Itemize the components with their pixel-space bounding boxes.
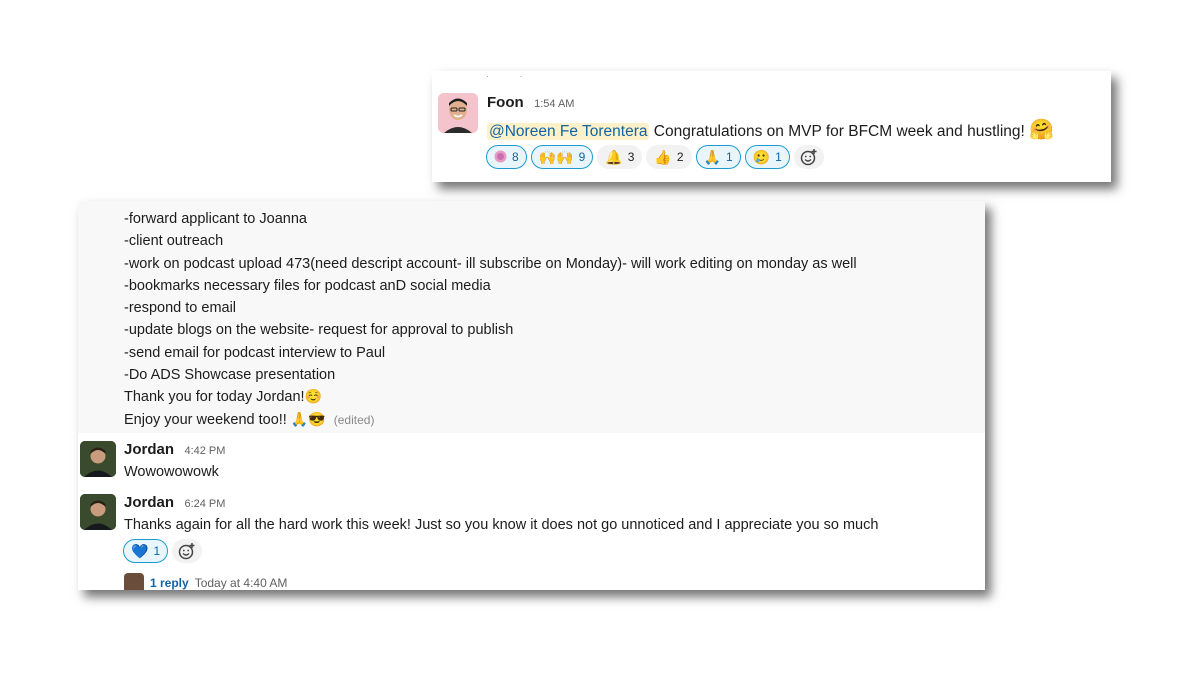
message-text: @Noreen Fe Torentera Congratulations on … (487, 117, 1054, 142)
edited-label: (edited) (333, 412, 375, 427)
reaction-pill[interactable]: 🔔 3 (597, 145, 643, 169)
user-mention[interactable]: @Noreen Fe Torentera (487, 123, 650, 140)
reaction-pill[interactable]: 💙 1 (123, 539, 169, 563)
smiling-emoji: ☺️ (304, 388, 322, 405)
reaction-count: 2 (676, 150, 684, 164)
reaction-count: 1 (775, 150, 782, 164)
list-item: -client outreach (124, 233, 224, 250)
message-timestamp[interactable]: 4:42 PM (184, 445, 225, 457)
avatar (124, 573, 144, 590)
overflow-dots: · · (486, 71, 537, 81)
foon-message-card: · · Foon 1:54 AM @Noreen Fe Torentera Co… (432, 71, 1111, 182)
reaction-count: 1 (725, 150, 733, 164)
reaction-pill[interactable]: 👍 2 (646, 145, 692, 169)
reaction-count: 9 (578, 150, 586, 164)
author-name[interactable]: Jordan (124, 494, 174, 511)
message-timestamp[interactable]: 6:24 PM (184, 498, 225, 510)
pink-badge-icon (494, 150, 507, 162)
avatar[interactable] (438, 93, 478, 133)
reply-count-link[interactable]: 1 reply (150, 576, 189, 590)
jordan-message-1: Jordan 4:42 PM Wowowowowk (124, 441, 225, 480)
message-body: Congratulations on MVP for BFCM week and… (653, 123, 1025, 140)
author-name[interactable]: Foon (487, 94, 524, 111)
add-reaction-button[interactable] (793, 145, 824, 169)
person-avatar-icon (80, 494, 116, 530)
pray-sunglasses-emoji: 🙏😎 (290, 410, 326, 427)
reply-timestamp: Today at 4:40 AM (194, 576, 288, 590)
list-item: -Do ADS Showcase presentation (124, 367, 336, 384)
conversation-card: -forward applicant to Joanna -client out… (78, 201, 985, 590)
thanks-line: Thank you for today Jordan!☺️ (124, 386, 857, 408)
reaction-bar: 💙 1 (123, 539, 203, 563)
avatar[interactable] (80, 494, 116, 530)
add-emoji-icon (800, 149, 817, 166)
thanks-text: Thank you for today Jordan! (124, 389, 305, 406)
thread-replies[interactable]: 1 reply Today at 4:40 AM (124, 573, 287, 590)
add-reaction-button[interactable] (172, 539, 203, 563)
weekend-line: Enjoy your weekend too!! 🙏😎 (edited) (124, 409, 857, 431)
person-avatar-icon (438, 93, 478, 133)
reaction-pill[interactable]: 🙌🙌 9 (530, 145, 594, 169)
reaction-pill[interactable]: 8 (486, 145, 527, 169)
person-avatar-icon (80, 441, 116, 477)
message-header: Foon 1:54 AM (487, 94, 574, 112)
list-item: -respond to email (124, 300, 237, 317)
reaction-count: 1 (153, 544, 161, 558)
thumbs-up-emoji: 👍 (654, 149, 672, 165)
bell-emoji: 🔔 (605, 149, 623, 165)
weekend-text: Enjoy your weekend too!! (124, 411, 287, 428)
list-item: -send email for podcast interview to Pau… (124, 344, 386, 361)
avatar[interactable] (80, 441, 116, 477)
raised-hands-emoji: 🙌🙌 (538, 149, 574, 165)
message-body: Thanks again for all the hard work this … (124, 517, 879, 533)
reaction-pill[interactable]: 🙏 1 (695, 145, 741, 169)
message-timestamp[interactable]: 1:54 AM (534, 98, 574, 110)
reaction-pill[interactable]: 🥲 1 (744, 145, 790, 169)
blue-heart-emoji: 💙 (131, 543, 149, 559)
task-list-message: -forward applicant to Joanna -client out… (124, 208, 857, 431)
folded-hands-emoji: 🙏 (703, 149, 721, 165)
list-item: -forward applicant to Joanna (124, 211, 307, 227)
jordan-message-2: Jordan 6:24 PM Thanks again for all the … (124, 494, 878, 533)
add-emoji-icon (178, 543, 195, 560)
list-item: -bookmarks necessary files for podcast a… (124, 277, 491, 294)
list-item: -update blogs on the website- request fo… (124, 322, 514, 339)
reaction-bar: 8 🙌🙌 9 🔔 3 👍 2 🙏 1 🥲 1 (486, 145, 824, 169)
reaction-count: 3 (627, 150, 635, 164)
message-body: Wowowowowk (124, 464, 219, 480)
reaction-count: 8 (512, 150, 519, 164)
reaction-emoji (494, 150, 507, 165)
list-item: -work on podcast upload 473(need descrip… (124, 255, 857, 272)
smiling-tear-emoji: 🥲 (752, 149, 771, 165)
hugging-emoji: 🤗 (1029, 119, 1055, 141)
author-name[interactable]: Jordan (124, 441, 174, 458)
